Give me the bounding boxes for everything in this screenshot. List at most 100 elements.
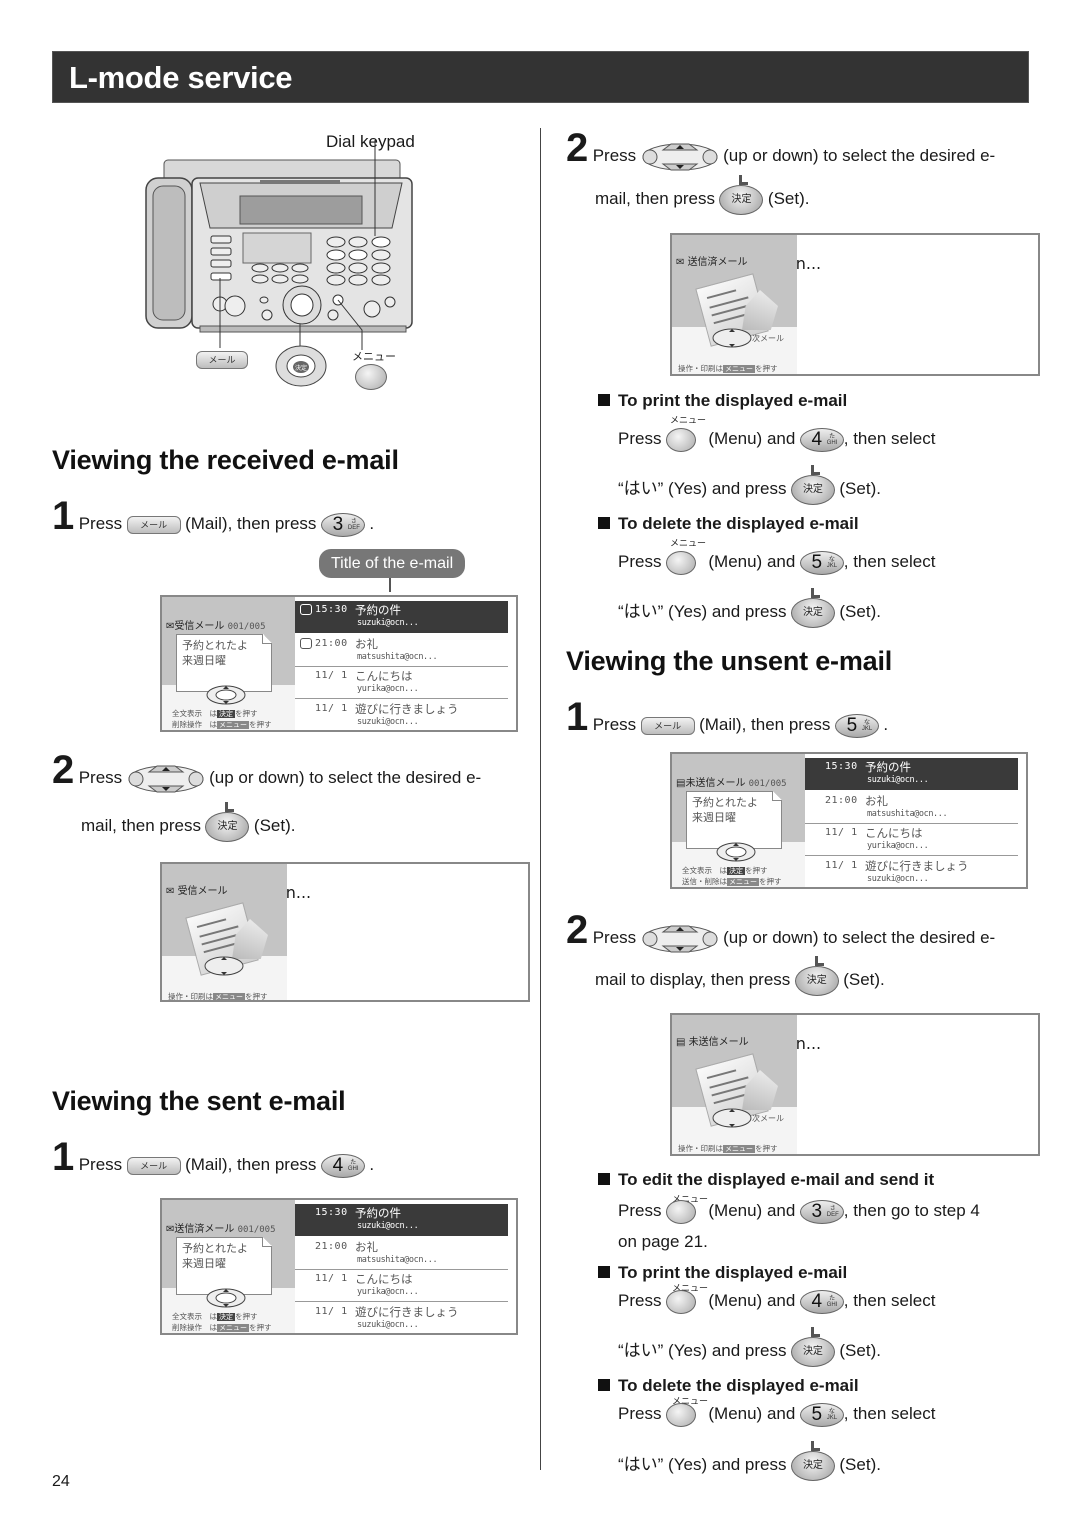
- mail-list-item[interactable]: 11/ 1 遊びに行きましょう suzuki@ocn...: [295, 1303, 508, 1333]
- unsent-delete-heading: To delete the displayed e-mail: [598, 1376, 859, 1396]
- set-button-icon: 決定: [205, 802, 250, 842]
- hint-delete: 削除操作 はメニュー を押す: [172, 720, 272, 729]
- preview-box: 予約とれたよ 来週日曜: [176, 1237, 272, 1295]
- hint-delete: 削除操作 はメニュー を押す: [172, 1323, 272, 1332]
- menu-button-icon: [665, 551, 696, 575]
- navigator-key-icon: [128, 765, 204, 793]
- menu-key-label: メニュー: [670, 415, 707, 425]
- unsent-delete-line2: “はい” (Yes) and press 決定 (Set).: [618, 1440, 881, 1481]
- hint-menu: 操作・印刷は メニュー を押す: [168, 992, 268, 1001]
- unsent-delete-line1: Press (Menu) and 5 な JKL, then select: [618, 1403, 936, 1427]
- preview-box: 予約とれたよ 来週日曜: [686, 791, 782, 849]
- mail-list: 15:30 予約の件 suzuki@ocn... 21:00 お礼 matsushita…: [805, 754, 1026, 887]
- sent-print-line1: Press (Menu) and 4 た GHI, then select: [618, 428, 936, 452]
- menu-button-icon: [665, 1403, 696, 1427]
- unsent-print-heading: To print the displayed e-mail: [598, 1263, 847, 1283]
- unsent-step1: 1 Press メール (Mail), then press 5 な JKL .: [566, 695, 889, 739]
- unsent-edit-line2: on page 21.: [618, 1232, 708, 1251]
- sent-delete-heading: To delete the displayed e-mail: [598, 514, 859, 534]
- folder-label: ✉ 送信済メール: [676, 257, 748, 268]
- set-button-icon: 決定: [790, 1326, 835, 1367]
- next-mail-label: 次メール: [752, 334, 784, 343]
- mail-list-item[interactable]: 11/ 1 遊びに行きましょう suzuki@ocn...: [295, 700, 508, 730]
- unsent-print-line1: Press (Menu) and 4 た GHI, then select: [618, 1290, 936, 1314]
- hint-menu: 操作・印刷は メニュー を押す: [678, 1144, 778, 1153]
- hint-menu: 操作・印刷は メニュー を押す: [678, 364, 778, 373]
- key-4-icon: 4 た GHI: [320, 1153, 365, 1178]
- key-5-icon: 5 な JKL: [834, 713, 879, 738]
- key-4-icon: 4 た GHI: [799, 1290, 844, 1314]
- set-button-icon: 決定: [790, 464, 835, 505]
- next-mail-label: 次メール: [752, 1114, 784, 1123]
- lcd-unsent-list: ▤未送信メール 001/005 予約とれたよ 来週日曜 全文表示 は決定 を押す 送…: [670, 752, 1028, 889]
- column-divider: [540, 128, 541, 1470]
- section-title: L-mode service: [69, 60, 293, 95]
- folder-label: ✉送信済メール 001/005: [166, 1224, 276, 1235]
- lcd-received-list: ✉受信メール 001/005 予約とれたよ 来週日曜 全文表示 は決定 を押す 削除…: [160, 595, 518, 732]
- hint-send-delete: 送信・削除は メニュー を押す: [682, 877, 782, 886]
- mail-list-item[interactable]: 15:30 予約の件 suzuki@ocn...: [295, 601, 508, 633]
- menu-button-icon: [355, 364, 387, 390]
- svg-text:決定: 決定: [295, 364, 307, 372]
- mail-list-item[interactable]: 15:30 予約の件 suzuki@ocn...: [295, 1204, 508, 1236]
- folder-label: ▤ 未送信メール: [676, 1037, 749, 1048]
- navigator-set-key-icon: 決定: [275, 345, 327, 387]
- navigator-key-icon: [642, 143, 718, 171]
- preview-box: 予約とれたよ 来週日曜: [176, 634, 272, 692]
- menu-key-label: メニュー: [352, 351, 396, 363]
- mail-list: 15:30 予約の件 suzuki@ocn... 21:00 お礼 matsushita…: [295, 1200, 516, 1333]
- received-step2-cont: mail, then press 決定 (Set).: [81, 802, 295, 842]
- mail-button-icon: メール: [640, 716, 695, 735]
- key-3-icon: 3 さ DEF: [799, 1200, 844, 1224]
- unsent-edit-heading: To edit the displayed e-mail and send it: [598, 1170, 934, 1190]
- menu-button-icon: [665, 1200, 696, 1224]
- heading-received: Viewing the received e-mail: [52, 445, 399, 475]
- navigator-key-icon: [716, 842, 756, 862]
- lcd-unsent-detail: ▤ 未送信メール 次メール 操作・印刷はメニューを押す 11/ 2 15:30 …: [670, 1013, 1040, 1156]
- menu-button-icon: [665, 428, 696, 452]
- set-button-icon: 決定: [790, 1440, 835, 1481]
- mail-list: 15:30 予約の件 suzuki@ocn... 21:00 お礼 matsushita…: [295, 597, 516, 730]
- navigator-key-icon: [206, 1288, 246, 1308]
- sent-step2-cont: mail, then press 決定 (Set).: [595, 175, 809, 215]
- set-button-icon: 決定: [794, 956, 839, 996]
- key-5-icon: 5 な JKL: [799, 1403, 844, 1427]
- step-text: Press: [78, 514, 123, 533]
- mail-list-item[interactable]: 21:00 お礼 matsushita@ocn...: [295, 635, 508, 667]
- mail-list-item[interactable]: 11/ 1 こんにちは yurika@ocn...: [295, 667, 508, 699]
- hint-full-text: 全文表示 は決定 を押す: [172, 709, 258, 718]
- navigator-key-icon: [204, 956, 244, 976]
- heading-unsent: Viewing the unsent e-mail: [566, 646, 893, 676]
- sent-print-heading: To print the displayed e-mail: [598, 391, 847, 411]
- unsent-step2-cont: mail to display, then press 決定 (Set).: [595, 956, 885, 996]
- sent-delete-line2: “はい” (Yes) and press 決定 (Set).: [618, 587, 881, 628]
- mail-list-item[interactable]: 11/ 1 こんにちは yurika@ocn...: [805, 824, 1018, 856]
- key-5-icon: 5 な JKL: [799, 551, 844, 575]
- hint-full-text: 全文表示 は決定 を押す: [682, 866, 768, 875]
- mail-list-item[interactable]: 11/ 1 こんにちは yurika@ocn...: [295, 1270, 508, 1302]
- sent-step1: 1 Press メール (Mail), then press 4 た GHI .: [52, 1135, 375, 1179]
- title-callout: Title of the e-mail: [319, 549, 466, 592]
- hint-full-text: 全文表示 は決定 を押す: [172, 1312, 258, 1321]
- unsent-print-line2: “はい” (Yes) and press 決定 (Set).: [618, 1326, 881, 1367]
- mail-button-icon: メール: [196, 351, 248, 369]
- lcd-sent-list: ✉送信済メール 001/005 予約とれたよ 来週日曜 全文表示 は決定 を押す 削…: [160, 1198, 518, 1335]
- mail-list-item[interactable]: 21:00 お礼 matsushita@ocn...: [295, 1238, 508, 1270]
- folder-label: ▤未送信メール 001/005: [676, 778, 787, 789]
- folder-label: ✉受信メール 001/005: [166, 621, 266, 632]
- mail-list-item[interactable]: 15:30 予約の件 suzuki@ocn...: [805, 758, 1018, 790]
- menu-key-label: メニュー: [670, 538, 707, 548]
- mail-list-item[interactable]: 21:00 お礼 matsushita@ocn...: [805, 792, 1018, 824]
- received-step2: 2 Press (up or down) to select the desir…: [52, 748, 482, 793]
- mail-list-item[interactable]: 11/ 1 遊びに行きましょう suzuki@ocn...: [805, 857, 1018, 887]
- set-button-icon: 決定: [719, 175, 764, 215]
- navigator-key-icon: [712, 1108, 752, 1128]
- key-3-icon: 3 さ DEF: [320, 512, 365, 537]
- navigator-key-icon: [206, 685, 246, 705]
- unsent-step2: 2 Press (up or down) to select the desir…: [566, 908, 996, 953]
- folder-label: ✉ 受信メール: [166, 886, 228, 897]
- received-step1: 1 Press メール (Mail), then press 3 さ DEF .: [52, 494, 375, 538]
- unsent-edit-line1: Press (Menu) and 3 さ DEF, then go to step …: [618, 1200, 980, 1224]
- page-number: 24: [52, 1473, 70, 1490]
- navigator-key-icon: [642, 925, 718, 953]
